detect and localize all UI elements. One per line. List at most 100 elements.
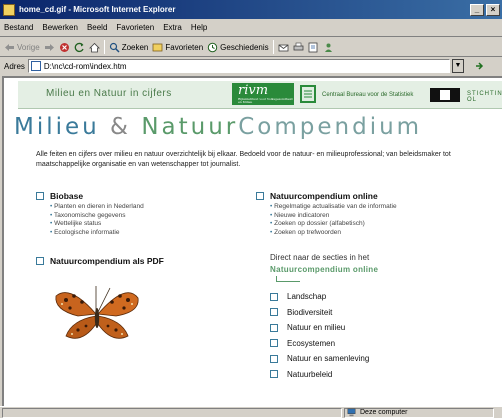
- rivm-logo: rivm Rijksinstituut voor Volksgezondheid…: [232, 83, 294, 105]
- list-item: Zoeken op dossier (alfabetisch): [270, 220, 397, 229]
- refresh-icon[interactable]: [74, 42, 85, 53]
- checkbox-icon: [270, 370, 278, 379]
- menu-bewerken[interactable]: Bewerken: [42, 23, 78, 32]
- history-label: Geschiedenis: [220, 42, 269, 52]
- checkbox-icon: [270, 308, 278, 317]
- toolbar-separator: [272, 40, 274, 54]
- checkbox-icon: [256, 192, 264, 200]
- online-title: Natuurcompendium online: [270, 191, 378, 201]
- menu-beeld[interactable]: Beeld: [87, 23, 107, 32]
- page-icon: [30, 61, 41, 71]
- intro-text: Alle feiten en cijfers over milieu en na…: [36, 151, 451, 168]
- pdf-link[interactable]: Natuurcompendium als PDF: [36, 256, 164, 266]
- forward-button[interactable]: [44, 42, 55, 53]
- online-list: Regelmatige actualisatie van de informat…: [270, 203, 397, 238]
- direct-sections-title: Direct naar de secties in het: [270, 253, 370, 262]
- address-value: D:\nc\cd-rom\index.htm: [43, 61, 127, 71]
- favorites-icon: [152, 43, 163, 51]
- list-item: Planten en dieren in Nederland: [50, 203, 144, 212]
- messenger-icon[interactable]: [323, 42, 334, 53]
- search-button[interactable]: Zoeken: [109, 42, 148, 53]
- list-item: Taxonomische gegevens: [50, 212, 144, 221]
- checkbox-icon: [270, 292, 278, 301]
- checkbox-icon: [36, 257, 44, 265]
- biobase-list: Planten en dieren in Nederland Taxonomis…: [50, 203, 144, 237]
- rivm-logo-text: rivm: [238, 83, 269, 98]
- window-titlebar[interactable]: home_cd.gif - Microsoft Internet Explore…: [0, 0, 502, 19]
- back-arrow-icon: [5, 43, 14, 51]
- direct-sections-connector: [276, 276, 300, 282]
- forward-arrow-icon: [44, 43, 54, 51]
- favorites-label: Favorieten: [165, 42, 204, 52]
- section-link-ecosystemen[interactable]: Ecosystemen: [270, 336, 369, 352]
- biobase-title: Biobase: [50, 191, 84, 201]
- section-link-natuur-en-samenleving[interactable]: Natuur en samenleving: [270, 351, 369, 367]
- direct-sections-subtitle: Natuurcompendium online: [270, 265, 379, 274]
- history-button[interactable]: Geschiedenis: [207, 42, 269, 53]
- stop-icon[interactable]: [59, 42, 70, 53]
- section-label: Natuurbeleid: [287, 369, 333, 379]
- title-ampersand: &: [99, 114, 142, 140]
- biobase-link[interactable]: Biobase: [36, 191, 83, 201]
- edit-icon[interactable]: [308, 42, 319, 53]
- section-link-landschap[interactable]: Landschap: [270, 289, 369, 305]
- close-button[interactable]: ×: [486, 3, 500, 16]
- page-title: Milieu & NatuurCompendium: [14, 114, 422, 140]
- checkbox-icon: [270, 339, 278, 348]
- butterfly-image: [55, 286, 139, 339]
- address-bar: Adres D:\nc\cd-rom\index.htm ▼: [0, 57, 502, 75]
- search-icon: [109, 42, 120, 53]
- list-item: Wettelijke status: [50, 220, 144, 229]
- pdf-title: Natuurcompendium als PDF: [50, 256, 164, 266]
- section-link-natuurbeleid[interactable]: Natuurbeleid: [270, 367, 369, 383]
- page-viewport[interactable]: Milieu en Natuur in cijfers rivm Rijksin…: [2, 76, 502, 406]
- section-label: Landschap: [287, 292, 327, 302]
- cbs-logo-icon: [300, 85, 316, 103]
- menu-bestand[interactable]: Bestand: [4, 23, 33, 32]
- status-zone-text: Deze computer: [360, 409, 408, 416]
- address-field[interactable]: D:\nc\cd-rom\index.htm: [27, 59, 450, 73]
- list-item: Ecologische informatie: [50, 229, 144, 238]
- computer-icon: [347, 408, 356, 417]
- window-title: home_cd.gif - Microsoft Internet Explore…: [19, 5, 176, 14]
- back-label: Vorige: [17, 42, 40, 52]
- list-item: Nieuwe indicatoren: [270, 212, 397, 221]
- list-item: Regelmatige actualisatie van de informat…: [270, 203, 396, 212]
- toolbar-separator: [103, 40, 105, 54]
- section-link-biodiversiteit[interactable]: Biodiversiteit: [270, 305, 369, 321]
- status-bar: Deze computer: [0, 406, 502, 418]
- online-link[interactable]: Natuurcompendium online: [256, 191, 378, 201]
- minimize-button[interactable]: _: [470, 3, 484, 16]
- menu-help[interactable]: Help: [191, 23, 207, 32]
- go-icon[interactable]: [474, 60, 486, 72]
- status-main-pane: [2, 407, 342, 418]
- menu-extra[interactable]: Extra: [163, 23, 182, 32]
- title-compendium: Compendium: [238, 114, 423, 140]
- menu-favorieten[interactable]: Favorieten: [116, 23, 154, 32]
- checkbox-icon: [270, 323, 278, 332]
- list-item: Zoeken op trefwoorden: [270, 229, 397, 238]
- checkbox-icon: [36, 192, 44, 200]
- section-label: Natuur en samenleving: [287, 354, 370, 364]
- favorites-button[interactable]: Favorieten: [152, 42, 203, 53]
- stichting-logo-icon: [430, 88, 460, 102]
- print-icon[interactable]: [293, 42, 304, 53]
- address-label: Adres: [4, 61, 25, 71]
- status-zone-pane: Deze computer: [344, 407, 494, 418]
- home-icon[interactable]: [88, 42, 100, 53]
- site-tagline: Milieu en Natuur in cijfers: [46, 88, 172, 99]
- mail-icon[interactable]: [278, 42, 289, 53]
- address-dropdown-button[interactable]: ▼: [451, 59, 464, 73]
- ie-app-icon[interactable]: [3, 3, 15, 16]
- section-label: Biodiversiteit: [287, 307, 333, 317]
- checkbox-icon: [270, 354, 278, 363]
- cbs-name: Centraal Bureau voor de Statistiek: [322, 92, 414, 98]
- menubar: Bestand Bewerken Beeld Favorieten Extra …: [0, 19, 502, 37]
- stichting-name: STICHTING OL: [467, 91, 502, 103]
- toolbar: Vorige Zoeken Favorieten Geschiedenis: [0, 38, 502, 57]
- back-button[interactable]: Vorige: [4, 42, 40, 53]
- page-header: Milieu en Natuur in cijfers rivm Rijksin…: [18, 81, 502, 109]
- section-label: Natuur en milieu: [287, 323, 346, 333]
- section-link-natuur-en-milieu[interactable]: Natuur en milieu: [270, 320, 369, 336]
- title-milieu: Milieu: [14, 114, 100, 140]
